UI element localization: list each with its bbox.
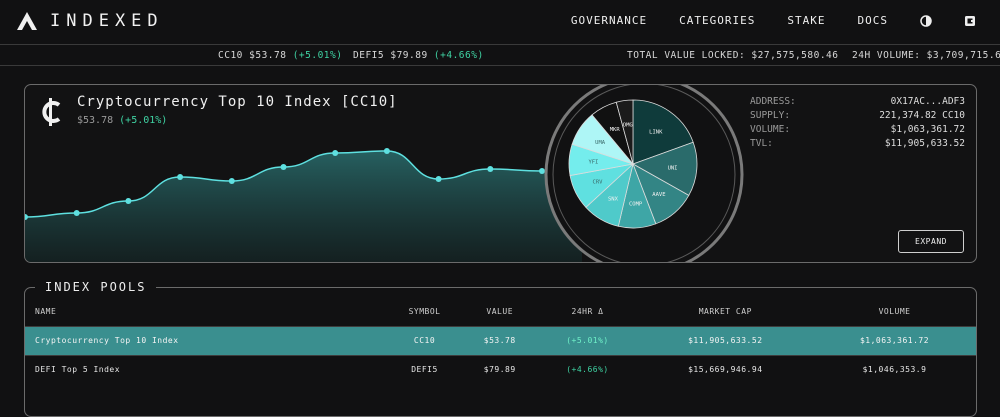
ticker-volume-label: 24H VOLUME: <box>852 50 921 61</box>
index-change: (+5.01%) <box>119 115 168 126</box>
pie-label: COMP <box>629 202 643 208</box>
detail-volume-value: $1,063,361.72 <box>890 124 965 135</box>
pie-label: MKR <box>610 127 621 133</box>
ticker-cc10-price: $53.78 <box>249 50 287 61</box>
theme-toggle-icon[interactable] <box>920 14 932 27</box>
row-value: $53.78 <box>462 325 538 355</box>
chart-point[interactable] <box>383 148 390 154</box>
ticker-defi5-change: (+4.66%) <box>433 50 484 61</box>
row-name: Cryptocurrency Top 10 Index <box>25 325 387 355</box>
detail-address-value[interactable]: 0X17AC...ADF3 <box>891 96 965 110</box>
ticker-cc10-change: (+5.01%) <box>292 50 343 61</box>
expand-button[interactable]: EXPAND <box>898 230 964 253</box>
detail-tvl-label: TVL: <box>750 138 773 149</box>
col-symbol[interactable]: SYMBOL <box>387 298 462 326</box>
index-card: Cryptocurrency Top 10 Index [CC10] $53.7… <box>24 84 977 263</box>
detail-supply: SUPPLY: 221,374.82 CC10 <box>750 110 965 124</box>
pie-label: YFI <box>588 159 598 165</box>
chart-point[interactable] <box>177 174 184 180</box>
chart-point[interactable] <box>73 210 80 216</box>
pie-label: AAVE <box>652 192 665 198</box>
chart-point[interactable] <box>435 176 442 182</box>
col-market-cap[interactable]: MARKET CAP <box>638 298 813 326</box>
chart-point[interactable] <box>280 164 287 170</box>
ticker-tvl-value: $27,575,580.46 <box>751 50 839 61</box>
row-symbol: CC10 <box>386 325 463 355</box>
index-pools-panel: INDEX POOLS NAME SYMBOL VALUE 24HR Δ MAR… <box>24 280 977 417</box>
index-pools-table: NAME SYMBOL VALUE 24HR Δ MARKET CAP VOLU… <box>25 298 976 384</box>
ticker-defi5[interactable]: DEFI5 $79.89 (+4.66%) <box>353 50 484 61</box>
ticker-defi5-price: $79.89 <box>390 50 428 61</box>
detail-address: ADDRESS: 0X17AC...ADF3 <box>750 96 965 110</box>
brand-logo[interactable]: INDEXED <box>16 11 164 31</box>
row-change: (+4.66%) <box>537 354 638 384</box>
table-header-row: NAME SYMBOL VALUE 24HR Δ MARKET CAP VOLU… <box>25 298 976 326</box>
chart-point[interactable] <box>228 178 235 184</box>
main-nav: GOVERNANCE CATEGORIES STAKE DOCS <box>571 14 976 27</box>
table-row[interactable]: Cryptocurrency Top 10 Index CC10 $53.78 … <box>25 325 976 355</box>
ticker-cc10-symbol: CC10 <box>218 50 243 61</box>
ticker-cc10[interactable]: CC10 $53.78 (+5.01%) <box>218 50 342 61</box>
row-value: $79.89 <box>462 354 538 384</box>
row-volume: $1,063,361.72 <box>813 325 976 355</box>
wallet-icon[interactable] <box>964 15 976 27</box>
row-market-cap: $11,905,633.52 <box>637 325 814 355</box>
chart-point[interactable] <box>332 150 339 156</box>
nav-stake[interactable]: STAKE <box>787 14 825 27</box>
price-ticker: CC10 $53.78 (+5.01%) DEFI5 $79.89 (+4.66… <box>0 44 1000 66</box>
ticker-volume-value: $3,709,715.62 <box>926 50 1000 61</box>
detail-volume-label: VOLUME: <box>750 124 791 135</box>
index-details: ADDRESS: 0X17AC...ADF3 SUPPLY: 221,374.8… <box>750 96 965 152</box>
row-change: (+5.01%) <box>537 325 638 355</box>
ticker-defi5-symbol: DEFI5 <box>353 50 385 61</box>
detail-volume: VOLUME: $1,063,361.72 <box>750 124 965 138</box>
ticker-volume: 24H VOLUME: $3,709,715.62 <box>852 50 1000 61</box>
chart-point[interactable] <box>125 198 132 204</box>
pie-label: OMG <box>623 123 633 129</box>
row-symbol: DEFI5 <box>386 354 463 384</box>
col-24hr-change[interactable]: 24HR Δ <box>537 298 637 326</box>
nav-docs[interactable]: DOCS <box>858 14 889 27</box>
chart-area <box>25 151 582 262</box>
index-price: $53.78 <box>77 115 114 126</box>
allocation-pie-container: LINK UNI AAVE COMP SNX CRV YFI UMA MKR OMG <box>544 84 744 263</box>
detail-supply-value: 221,374.82 CC10 <box>879 110 965 121</box>
allocation-pie[interactable]: LINK UNI AAVE COMP SNX CRV YFI UMA MKROMG <box>544 84 744 263</box>
detail-tvl-value: $11,905,633.52 <box>884 138 965 149</box>
cc10-coin-icon <box>42 98 61 126</box>
row-market-cap: $15,669,946.94 <box>637 354 814 384</box>
pie-label: SNX <box>608 196 619 202</box>
detail-address-label: ADDRESS: <box>750 96 796 107</box>
pie-label: CRV <box>593 180 604 186</box>
indexed-logo-icon <box>17 12 37 30</box>
ticker-tvl-label: TOTAL VALUE LOCKED: <box>627 50 746 61</box>
nav-governance[interactable]: GOVERNANCE <box>571 14 647 27</box>
index-pools-title: INDEX POOLS <box>35 280 157 294</box>
row-volume: $1,046,353.9 <box>813 354 976 384</box>
detail-tvl: TVL: $11,905,633.52 <box>750 138 965 152</box>
col-value[interactable]: VALUE <box>462 298 537 326</box>
ticker-tvl: TOTAL VALUE LOCKED: $27,575,580.46 <box>627 50 838 61</box>
pie-label: UNI <box>668 165 678 171</box>
pie-label: UMA <box>595 140 606 146</box>
detail-supply-label: SUPPLY: <box>750 110 791 121</box>
row-name: DEFI Top 5 Index <box>25 354 387 384</box>
table-row[interactable]: DEFI Top 5 Index DEFI5 $79.89 (+4.66%) $… <box>25 354 976 384</box>
nav-categories[interactable]: CATEGORIES <box>679 14 755 27</box>
index-title: Cryptocurrency Top 10 Index [CC10] <box>77 94 398 110</box>
pie-label: LINK <box>649 130 663 136</box>
brand-name: INDEXED <box>50 11 164 31</box>
col-name[interactable]: NAME <box>25 298 387 326</box>
chart-point[interactable] <box>487 166 494 172</box>
index-price-line: $53.78 (+5.01%) <box>77 115 167 126</box>
top-bar: INDEXED GOVERNANCE CATEGORIES STAKE DOCS <box>0 0 1000 44</box>
col-volume[interactable]: VOLUME <box>813 298 976 326</box>
